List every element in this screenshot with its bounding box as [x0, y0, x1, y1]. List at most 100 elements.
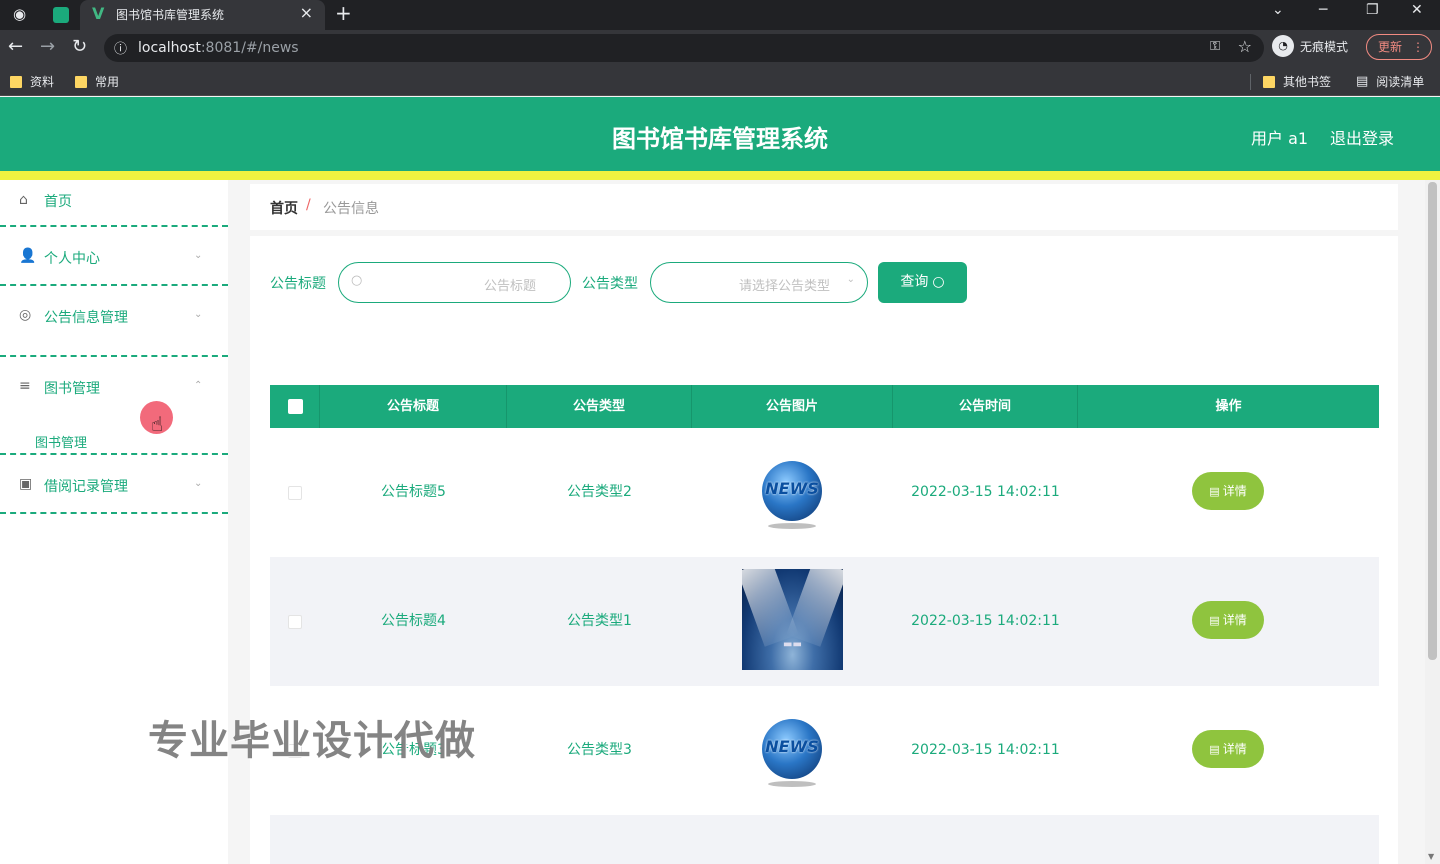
- type-select-placeholder: 请选择公告类型: [739, 279, 831, 294]
- document-icon: ▤: [1209, 485, 1220, 498]
- bookmark-folder-2[interactable]: 常用: [75, 73, 119, 90]
- restore-icon[interactable]: ❐: [1366, 2, 1379, 18]
- page-scrollbar[interactable]: ▼: [1425, 180, 1440, 864]
- incognito-indicator[interactable]: ◔ 无痕模式: [1272, 35, 1348, 57]
- hand-pointer-icon: ☝: [151, 412, 164, 436]
- tab-close-icon[interactable]: ×: [300, 3, 313, 22]
- sidebar-item-notice-management[interactable]: ◎ 公告信息管理 ⌄: [0, 296, 228, 356]
- app-header: 图书馆书库管理系统 用户 a1 退出登录: [0, 97, 1440, 171]
- notice-type: 公告类型3: [567, 742, 632, 758]
- chevron-down-icon: ⌄: [194, 478, 203, 489]
- bookmark-folder-1[interactable]: 资料: [10, 73, 54, 90]
- reload-icon[interactable]: ↻: [72, 36, 87, 57]
- type-select[interactable]: 请选择公告类型 ⌄: [650, 262, 868, 303]
- incognito-label: 无痕模式: [1300, 39, 1349, 54]
- notice-title: 公告标题5: [381, 484, 446, 500]
- folder-icon: [10, 75, 22, 88]
- chevron-down-icon: ⌄: [194, 309, 203, 320]
- sidebar-item-label: 首页: [44, 194, 72, 210]
- scroll-down-icon[interactable]: ▼: [1428, 852, 1434, 861]
- password-key-icon[interactable]: ⚿: [1210, 39, 1220, 54]
- menu-divider: [0, 512, 228, 514]
- sidebar-item-home[interactable]: ⌂ 首页: [0, 180, 228, 240]
- compass-icon: ◎: [19, 307, 32, 323]
- table-header: 公告标题 公告类型 公告图片 公告时间 操作: [270, 385, 1379, 428]
- select-all-cell: [270, 385, 320, 428]
- notice-type: 公告类型2: [567, 484, 632, 500]
- reading-list[interactable]: ▤ 阅读清单: [1356, 73, 1424, 90]
- menu-divider: [0, 355, 228, 357]
- chevron-down-icon: ⌄: [194, 250, 203, 261]
- table-row: 公告标题5 公告类型2 NEWS 2022-03-15 14:02:11 ▤ 详情: [270, 428, 1379, 557]
- breadcrumb-separator: /: [306, 197, 311, 213]
- table-row: 公告标题4 公告类型1 ▬▬ 2022-03-15 14:02:11 ▤ 详情: [270, 557, 1379, 686]
- detail-button[interactable]: ▤ 详情: [1192, 730, 1264, 768]
- tab-search-icon[interactable]: ⌄: [1272, 2, 1284, 18]
- app-tab-icon[interactable]: [53, 7, 69, 23]
- search-icon: ○: [932, 274, 945, 290]
- user-icon: 👤: [19, 248, 37, 264]
- notice-type: 公告类型1: [567, 613, 632, 629]
- forward-icon[interactable]: →: [40, 36, 55, 57]
- search-icon: ○: [351, 273, 363, 288]
- title-search-input[interactable]: ○ 公告标题: [338, 262, 571, 303]
- row-checkbox[interactable]: [288, 615, 302, 629]
- sidebar-item-label: 图书管理: [44, 381, 100, 397]
- type-filter-label: 公告类型: [582, 276, 638, 292]
- notice-title: 公告标题4: [381, 613, 446, 629]
- list-icon: ≡: [19, 378, 31, 394]
- other-bookmarks[interactable]: 其他书签: [1263, 73, 1331, 90]
- tab-title: 图书馆书库管理系统: [116, 8, 225, 22]
- sidebar-item-label: 借阅记录管理: [44, 479, 128, 495]
- back-icon[interactable]: ←: [8, 36, 23, 57]
- sidebar-item-personal-center[interactable]: 👤 个人中心 ⌄: [0, 237, 228, 297]
- new-tab-icon[interactable]: +: [335, 1, 352, 25]
- document-icon: ▤: [1209, 614, 1220, 627]
- app-title: 图书馆书库管理系统: [612, 125, 828, 153]
- column-header: 公告图片: [692, 385, 893, 428]
- detail-button[interactable]: ▤ 详情: [1192, 472, 1264, 510]
- breadcrumb-current: 公告信息: [323, 201, 379, 217]
- title-input-placeholder: 公告标题: [484, 279, 537, 294]
- submenu-book-management[interactable]: 图书管理: [35, 432, 87, 451]
- bookmark-star-icon[interactable]: ☆: [1238, 37, 1252, 56]
- notice-time: 2022-03-15 14:02:11: [911, 742, 1060, 758]
- menu-divider: [0, 284, 228, 286]
- notice-time: 2022-03-15 14:02:11: [911, 484, 1060, 500]
- sidebar-item-borrow-records[interactable]: ▣ 借阅记录管理 ⌄: [0, 465, 228, 525]
- more-menu-icon: ⋮: [1412, 40, 1425, 54]
- window-close-icon[interactable]: ✕: [1411, 2, 1423, 18]
- active-tab[interactable]: V 图书馆书库管理系统 ×: [80, 0, 325, 30]
- folder-icon: [1263, 75, 1275, 88]
- detail-button[interactable]: ▤ 详情: [1192, 601, 1264, 639]
- spotlight-stage-image: ▬▬: [742, 569, 843, 670]
- select-all-checkbox[interactable]: [288, 399, 303, 414]
- clipboard-icon: ▣: [19, 476, 33, 492]
- logout-link[interactable]: 退出登录: [1330, 125, 1394, 149]
- bookmark-separator: [1250, 74, 1251, 90]
- menu-divider: [0, 453, 228, 455]
- row-checkbox[interactable]: [288, 486, 302, 500]
- reading-list-icon: ▤: [1356, 74, 1369, 89]
- scrollbar-thumb[interactable]: [1428, 182, 1437, 660]
- vue-logo-icon: V: [92, 4, 105, 23]
- menu-divider: [0, 225, 228, 227]
- site-info-icon[interactable]: ⓘ: [114, 38, 127, 57]
- home-icon: ⌂: [19, 192, 28, 208]
- sidebar-item-book-management[interactable]: ≡ 图书管理 ⌃: [0, 367, 228, 427]
- breadcrumb-home[interactable]: 首页: [270, 198, 298, 218]
- query-button[interactable]: 查询 ○: [878, 262, 967, 303]
- incognito-icon: ◔: [1272, 35, 1294, 57]
- url-field[interactable]: ⓘ localhost:8081/#/news ⚿ ☆: [104, 34, 1264, 62]
- document-icon: ▤: [1209, 743, 1220, 756]
- current-user: 用户 a1: [1251, 129, 1309, 148]
- watermark-text: 专业毕业设计代做: [148, 718, 476, 764]
- address-bar-row: ← → ↻ ⓘ localhost:8081/#/news ⚿ ☆ ◔ 无痕模式…: [0, 30, 1440, 66]
- browser-menu-icon[interactable]: ◉: [13, 5, 33, 25]
- sidebar-item-label: 个人中心: [44, 251, 100, 267]
- update-button[interactable]: 更新 ⋮: [1366, 34, 1432, 60]
- news-globe-image: NEWS: [762, 719, 822, 787]
- minimize-icon[interactable]: ─: [1319, 2, 1327, 18]
- news-globe-image: NEWS: [762, 461, 822, 529]
- browser-tab-bar: ◉ V 图书馆书库管理系统 × + ⌄ ─ ❐ ✕: [0, 0, 1440, 30]
